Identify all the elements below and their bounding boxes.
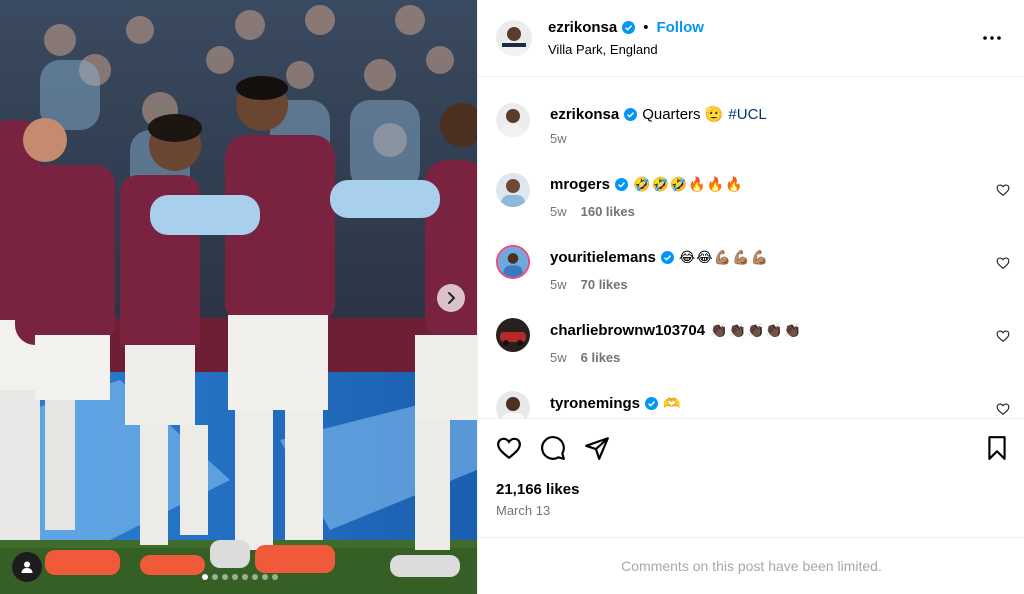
carousel-dot bbox=[222, 574, 228, 580]
comment-text: 🤣🤣🤣🔥🔥🔥 bbox=[633, 176, 744, 193]
hashtag-link[interactable]: #UCL bbox=[728, 106, 766, 123]
comments-limited-notice: Comments on this post have been limited. bbox=[478, 537, 1024, 594]
carousel-dot bbox=[272, 574, 278, 580]
more-options-icon[interactable] bbox=[980, 26, 1004, 50]
separator-dot: • bbox=[643, 19, 649, 36]
verified-badge-icon bbox=[615, 178, 629, 191]
comment-avatar[interactable] bbox=[496, 318, 530, 352]
heart-icon[interactable] bbox=[996, 402, 1010, 416]
comment-likes[interactable]: 160 likes bbox=[581, 204, 635, 219]
verified-badge-icon bbox=[645, 397, 659, 410]
post-header: ezrikonsa • Follow Villa Park, England bbox=[478, 0, 1024, 77]
tagged-users-button[interactable] bbox=[12, 552, 42, 582]
caption-username[interactable]: ezrikonsa bbox=[550, 106, 619, 123]
comment-username[interactable]: mrogers bbox=[550, 176, 610, 193]
chevron-right-icon bbox=[448, 292, 455, 304]
verified-badge-icon bbox=[660, 251, 674, 264]
bookmark-icon[interactable] bbox=[984, 435, 1010, 461]
caption-time[interactable]: 5w bbox=[550, 131, 567, 146]
post-location[interactable]: Villa Park, England bbox=[548, 42, 658, 57]
comment-time[interactable]: 5w bbox=[550, 277, 567, 292]
carousel-dot bbox=[242, 574, 248, 580]
comment-avatar[interactable] bbox=[496, 391, 530, 418]
comment-time[interactable]: 5w bbox=[550, 204, 567, 219]
comment-avatar[interactable] bbox=[496, 173, 530, 207]
heart-icon[interactable] bbox=[996, 329, 1010, 343]
post-media[interactable] bbox=[0, 0, 477, 594]
comment-bubble-icon[interactable] bbox=[540, 435, 566, 461]
author-username[interactable]: ezrikonsa bbox=[548, 19, 617, 36]
carousel-dot bbox=[262, 574, 268, 580]
comment-text: 😂😂💪🏽💪🏽💪🏽 bbox=[678, 249, 769, 266]
verified-badge-icon bbox=[624, 107, 638, 121]
carousel-dot bbox=[212, 574, 218, 580]
post-actions bbox=[478, 418, 1024, 474]
author-row: ezrikonsa • Follow bbox=[548, 19, 704, 36]
author-avatar[interactable] bbox=[496, 20, 532, 56]
carousel-dot bbox=[252, 574, 258, 580]
comment-likes[interactable]: 70 likes bbox=[581, 277, 628, 292]
comment-text: 👏🏿👏🏿👏🏿👏🏿👏🏿 bbox=[710, 322, 803, 339]
heart-icon[interactable] bbox=[996, 256, 1010, 270]
follow-button[interactable]: Follow bbox=[656, 19, 704, 36]
comment-username[interactable]: charliebrownw103704 bbox=[550, 322, 705, 339]
carousel-indicator bbox=[202, 574, 278, 580]
post-details-panel: ezrikonsa • Follow Villa Park, England e… bbox=[477, 0, 1024, 594]
share-paper-plane-icon[interactable] bbox=[584, 435, 610, 461]
post-photo bbox=[0, 0, 477, 594]
like-heart-icon[interactable] bbox=[496, 435, 522, 461]
carousel-dot bbox=[202, 574, 208, 580]
verified-badge-icon bbox=[622, 21, 636, 34]
comments-list[interactable]: ezrikonsa Quarters 🫡 #UCL 5w mrogers 🤣🤣🤣… bbox=[478, 77, 1024, 418]
comment-time[interactable]: 5w bbox=[550, 350, 567, 365]
post-date[interactable]: March 13 bbox=[496, 503, 550, 518]
heart-icon[interactable] bbox=[996, 183, 1010, 197]
caption-text: Quarters 🫡 bbox=[642, 106, 724, 123]
comment-username[interactable]: tyronemings bbox=[550, 395, 640, 412]
like-count[interactable]: 21,166 likes bbox=[496, 481, 579, 498]
comment-avatar[interactable] bbox=[496, 245, 530, 279]
comment-username[interactable]: youritielemans bbox=[550, 249, 656, 266]
carousel-next-button[interactable] bbox=[437, 284, 465, 312]
comment-text: 🫶 bbox=[663, 395, 682, 412]
caption-avatar[interactable] bbox=[496, 103, 530, 137]
carousel-dot bbox=[232, 574, 238, 580]
user-tag-icon bbox=[21, 561, 33, 573]
comment-likes[interactable]: 6 likes bbox=[581, 350, 621, 365]
